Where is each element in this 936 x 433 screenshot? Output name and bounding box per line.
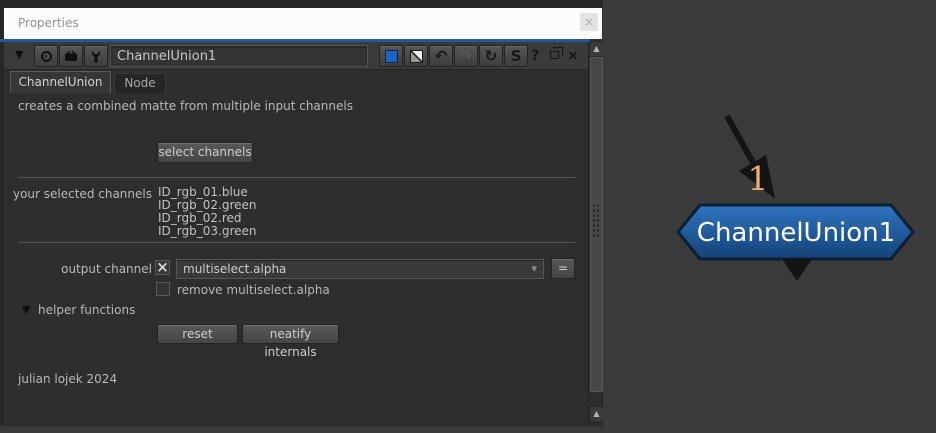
gl-color-button[interactable]	[404, 45, 428, 67]
scrollbar[interactable]: ▲ ▲	[588, 42, 603, 429]
script-icon: S	[510, 47, 522, 65]
selected-channels-list: ID_rgb_01.blue ID_rgb_02.green ID_rgb_02…	[158, 185, 257, 238]
channel-item: ID_rgb_02.green	[158, 198, 257, 212]
undo-button[interactable]: ↶	[429, 45, 453, 67]
panel-collapse-icon[interactable]: ▼	[15, 48, 23, 61]
undo-icon: ↶	[434, 47, 448, 65]
window-border-top	[0, 0, 603, 8]
description-text: creates a combined matte from multiple i…	[18, 99, 353, 113]
select-channels-button[interactable]: select channels	[157, 142, 253, 163]
remove-checkbox-label: remove multiselect.alpha	[177, 283, 330, 297]
node-graph-canvas: 1 ChannelUnion1	[676, 114, 915, 281]
node-graph[interactable]: 1 ChannelUnion1	[603, 0, 936, 429]
wrench-icon	[92, 50, 100, 62]
window-close-button[interactable]: ×	[580, 13, 598, 31]
node-label: ChannelUnion1	[697, 218, 895, 248]
channel-item: ID_rgb_02.red	[158, 211, 242, 225]
revert-button[interactable]: ↻	[479, 45, 503, 67]
node-color-button[interactable]	[379, 45, 403, 67]
reset-button[interactable]: reset	[157, 324, 238, 344]
panel-close-button[interactable]: ×	[567, 48, 579, 64]
window-border-left	[0, 8, 4, 429]
scrollbar-grip-dots	[592, 203, 601, 237]
properties-window: Properties × ▼ ↶	[0, 0, 603, 429]
tv-icon	[65, 50, 77, 61]
neatify-internals-button[interactable]: neatify internals	[242, 324, 339, 359]
channel-item: ID_rgb_03.green	[158, 224, 257, 238]
credit-text: julian lojek 2024	[18, 372, 118, 386]
channelunion-node[interactable]: ChannelUnion1	[676, 203, 915, 261]
node-header-bar: ▼ ↶ ↷ ↻	[4, 42, 588, 70]
revert-icon: ↻	[484, 47, 498, 65]
helper-collapse-icon[interactable]: ▼	[22, 303, 30, 316]
output-connector-arrow[interactable]	[782, 259, 812, 281]
node-name-input[interactable]	[110, 45, 368, 67]
redo-icon: ↷	[459, 47, 473, 65]
tab-channelunion[interactable]: ChannelUnion	[10, 71, 111, 93]
script-button[interactable]: S	[504, 45, 528, 67]
diagonal-swatch-icon	[409, 49, 423, 63]
window-title: Properties	[18, 16, 79, 30]
selected-channels-label: your selected channels	[12, 187, 152, 201]
manage-knobs-button[interactable]	[84, 45, 108, 67]
float-window-icon[interactable]	[550, 47, 563, 59]
scroll-down-button[interactable]: ▲	[590, 407, 603, 421]
tab-node[interactable]: Node	[114, 73, 166, 93]
redo-button[interactable]: ↷	[454, 45, 478, 67]
circle-dot-icon	[40, 50, 52, 62]
channel-item: ID_rgb_01.blue	[158, 185, 248, 199]
scrollbar-thumb[interactable]	[590, 57, 603, 392]
chevron-down-icon: ▾	[531, 262, 537, 275]
titlebar[interactable]: Properties ×	[4, 8, 602, 39]
output-channel-label: output channel	[61, 262, 152, 276]
input-number-label: 1	[748, 159, 769, 198]
output-channel-dropdown[interactable]: multiselect.alpha ▾	[176, 259, 544, 279]
center-node-button[interactable]	[34, 45, 58, 67]
equals-button[interactable]: =	[551, 258, 575, 279]
remove-checkbox[interactable]	[156, 282, 170, 296]
output-channel-value: multiselect.alpha	[183, 262, 287, 276]
color-swatch-icon	[384, 49, 398, 63]
monitor-out-button[interactable]	[59, 45, 83, 67]
divider	[18, 177, 575, 178]
output-channel-checkbox[interactable]: ×	[155, 260, 170, 275]
divider	[18, 242, 575, 243]
help-button[interactable]: ?	[531, 48, 539, 64]
helper-functions-label[interactable]: helper functions	[38, 303, 135, 317]
scroll-up-button[interactable]: ▲	[590, 42, 603, 56]
